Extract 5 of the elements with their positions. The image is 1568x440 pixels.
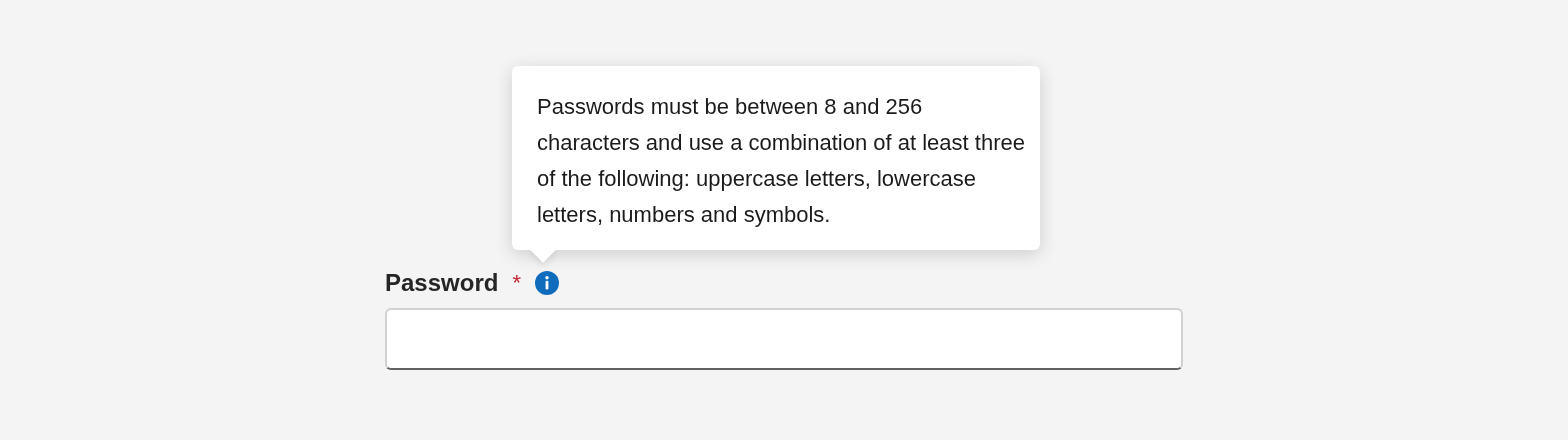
tooltip-text: Passwords must be between 8 and 256 characters and use a combination of at least three of the following: uppercase letters, lowercase letters, numbers and symbols. bbox=[537, 93, 1026, 229]
required-mark: * bbox=[512, 270, 521, 296]
field-label: Password bbox=[385, 269, 499, 297]
password-field[interactable] bbox=[385, 308, 1183, 370]
info-icon[interactable] bbox=[534, 271, 559, 295]
